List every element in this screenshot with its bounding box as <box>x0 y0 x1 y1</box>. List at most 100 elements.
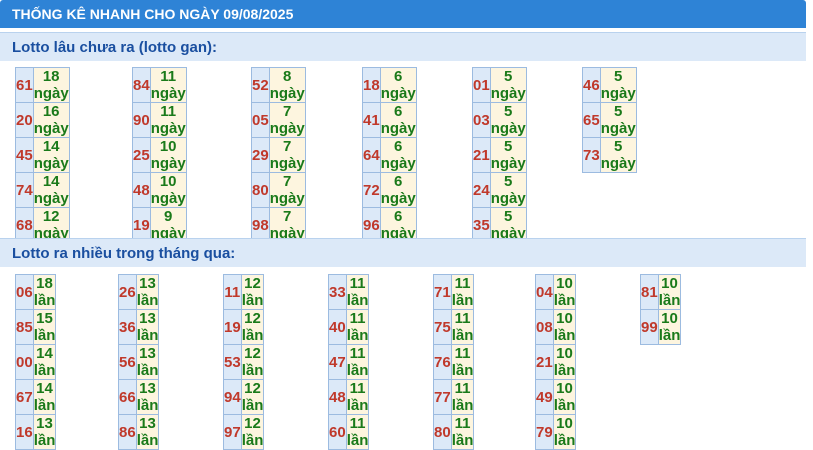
table-row: 53 12 lần <box>223 344 265 380</box>
lotto-number: 56 <box>118 344 137 380</box>
lotto-number: 48 <box>132 172 151 208</box>
lotto-number: 49 <box>535 379 554 415</box>
days-count: 10 ngày <box>149 172 187 208</box>
table-row: 72 6 ngày <box>362 172 417 208</box>
times-count: 10 lần <box>552 414 577 450</box>
table-row: 45 14 ngày <box>15 137 70 173</box>
gan-table: 01 5 ngày 03 5 ngày 21 5 ngày 24 5 ngày 35 5 ngày <box>472 67 527 243</box>
lotto-number: 36 <box>118 309 137 345</box>
table-row: 60 11 lần <box>328 414 370 450</box>
lotto-number: 21 <box>472 137 491 173</box>
table-row: 00 14 lần <box>15 344 57 380</box>
table-row: 67 14 lần <box>15 379 57 415</box>
times-count: 12 lần <box>240 414 265 450</box>
table-row: 11 12 lần <box>223 274 265 310</box>
lotto-number: 76 <box>433 344 452 380</box>
lotto-number: 60 <box>328 414 347 450</box>
days-count: 5 ngày <box>489 102 527 138</box>
table-row: 24 5 ngày <box>472 172 527 208</box>
lotto-number: 16 <box>15 414 34 450</box>
days-count: 7 ngày <box>268 102 306 138</box>
nhieu-table: 71 11 lần 75 11 lần 76 11 lần 77 11 lần 80 11 lần <box>433 274 475 450</box>
lotto-number: 01 <box>472 67 491 103</box>
days-count: 6 ngày <box>379 102 417 138</box>
times-count: 11 lần <box>345 274 370 310</box>
lotto-number: 86 <box>118 414 137 450</box>
days-count: 5 ngày <box>599 137 637 173</box>
lotto-number: 04 <box>535 274 554 310</box>
table-row: 49 10 lần <box>535 379 577 415</box>
times-count: 12 lần <box>240 309 265 345</box>
lotto-number: 08 <box>535 309 554 345</box>
table-row: 66 13 lần <box>118 379 160 415</box>
table-row: 29 7 ngày <box>251 137 306 173</box>
lotto-number: 00 <box>15 344 34 380</box>
table-row: 73 5 ngày <box>582 137 637 173</box>
lotto-number: 18 <box>362 67 381 103</box>
lotto-number: 85 <box>15 309 34 345</box>
times-count: 13 lần <box>135 379 160 415</box>
times-count: 10 lần <box>657 309 682 345</box>
lotto-number: 41 <box>362 102 381 138</box>
table-row: 71 11 lần <box>433 274 475 310</box>
times-count: 11 lần <box>450 379 475 415</box>
lotto-number: 21 <box>535 344 554 380</box>
section-nhieu-title: Lotto ra nhiều trong tháng qua: <box>12 245 236 262</box>
lotto-number: 20 <box>15 102 34 138</box>
times-count: 11 lần <box>345 344 370 380</box>
table-row: 84 11 ngày <box>132 67 187 103</box>
days-count: 14 ngày <box>32 172 70 208</box>
days-count: 11 ngày <box>149 102 187 138</box>
days-count: 5 ngày <box>599 102 637 138</box>
table-row: 41 6 ngày <box>362 102 417 138</box>
table-row: 33 11 lần <box>328 274 370 310</box>
lotto-number: 46 <box>582 67 601 103</box>
lotto-number: 77 <box>433 379 452 415</box>
lotto-number: 45 <box>15 137 34 173</box>
gan-table: 84 11 ngày 90 11 ngày 25 10 ngày 48 10 ngày 19 9 … <box>132 67 187 243</box>
table-row: 97 12 lần <box>223 414 265 450</box>
nhieu-table: 81 10 lần 99 10 lần <box>640 274 682 345</box>
lotto-number: 75 <box>433 309 452 345</box>
nhieu-table: 33 11 lần 40 11 lần 47 11 lần 48 11 lần 60 11 lần <box>328 274 370 450</box>
table-row: 99 10 lần <box>640 309 682 345</box>
lotto-number: 40 <box>328 309 347 345</box>
lotto-number: 48 <box>328 379 347 415</box>
times-count: 13 lần <box>135 414 160 450</box>
lotto-number: 99 <box>640 309 659 345</box>
times-count: 13 lần <box>135 274 160 310</box>
table-row: 46 5 ngày <box>582 67 637 103</box>
table-row: 79 10 lần <box>535 414 577 450</box>
section-gan-title: Lotto lâu chưa ra (lotto gan): <box>12 39 218 56</box>
table-row: 36 13 lần <box>118 309 160 345</box>
lotto-number: 06 <box>15 274 34 310</box>
gan-table: 52 8 ngày 05 7 ngày 29 7 ngày 80 7 ngày 98 7 ngày <box>251 67 306 243</box>
nhieu-table: 26 13 lần 36 13 lần 56 13 lần 66 13 lần 86 13 lần <box>118 274 160 450</box>
lotto-number: 74 <box>15 172 34 208</box>
days-count: 6 ngày <box>379 172 417 208</box>
lotto-number: 25 <box>132 137 151 173</box>
times-count: 14 lần <box>32 344 57 380</box>
table-row: 52 8 ngày <box>251 67 306 103</box>
times-count: 10 lần <box>552 274 577 310</box>
section-nhieu-header: Lotto ra nhiều trong tháng qua: <box>0 238 806 267</box>
table-row: 21 5 ngày <box>472 137 527 173</box>
lotto-number: 80 <box>251 172 270 208</box>
nhieu-table: 06 18 lần 85 15 lần 00 14 lần 67 14 lần 16 13 lần <box>15 274 57 450</box>
times-count: 11 lần <box>345 309 370 345</box>
times-count: 12 lần <box>240 274 265 310</box>
table-row: 18 6 ngày <box>362 67 417 103</box>
days-count: 8 ngày <box>268 67 306 103</box>
lotto-number: 53 <box>223 344 242 380</box>
table-row: 20 16 ngày <box>15 102 70 138</box>
lotto-number: 73 <box>582 137 601 173</box>
times-count: 11 lần <box>450 414 475 450</box>
lotto-number: 47 <box>328 344 347 380</box>
days-count: 5 ngày <box>489 172 527 208</box>
times-count: 10 lần <box>552 379 577 415</box>
lotto-number: 94 <box>223 379 242 415</box>
table-row: 77 11 lần <box>433 379 475 415</box>
lotto-number: 97 <box>223 414 242 450</box>
times-count: 13 lần <box>32 414 57 450</box>
table-row: 25 10 ngày <box>132 137 187 173</box>
